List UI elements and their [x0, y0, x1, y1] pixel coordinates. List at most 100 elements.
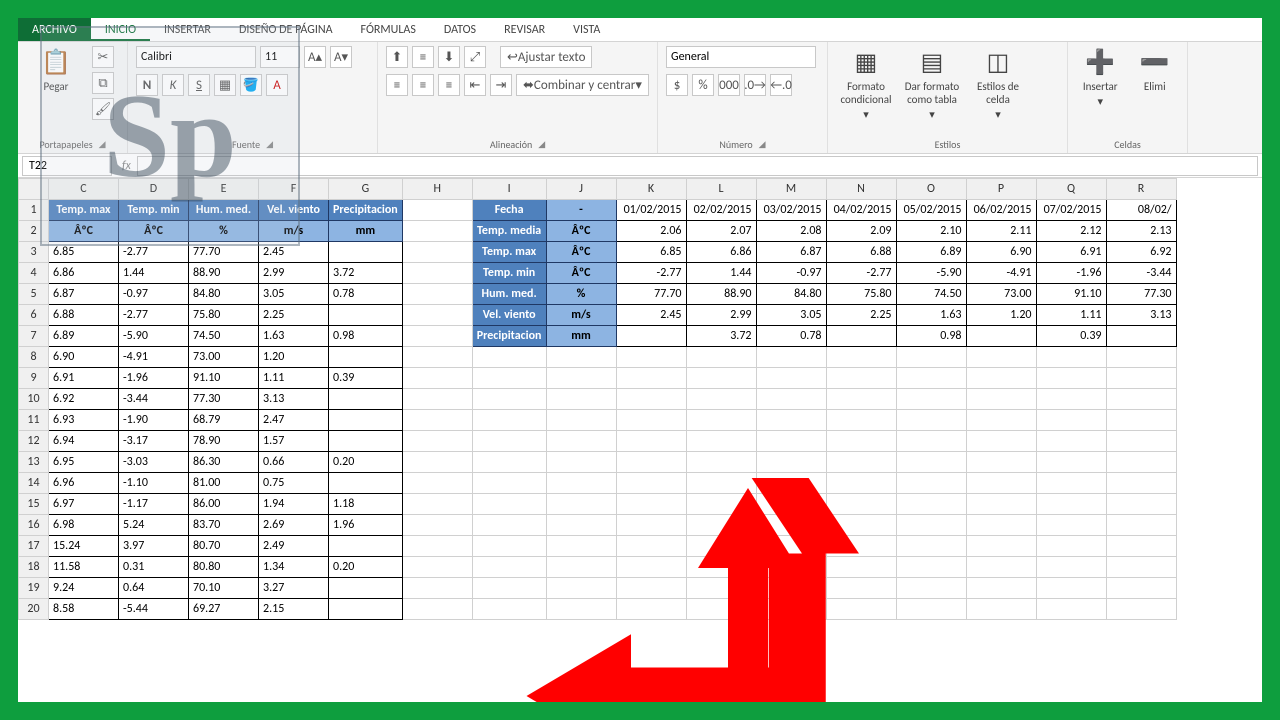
cell[interactable] — [1036, 494, 1106, 515]
cell[interactable] — [546, 389, 616, 410]
cell[interactable]: 6.97 — [49, 494, 119, 515]
decrease-font-button[interactable]: A▾ — [330, 46, 352, 68]
cell[interactable]: 02/02/2015 — [686, 200, 756, 221]
cell[interactable] — [686, 368, 756, 389]
cell[interactable]: 1.94 — [259, 494, 329, 515]
cell[interactable]: 1.11 — [259, 368, 329, 389]
cell[interactable]: 01/02/2015 — [616, 200, 686, 221]
cell[interactable]: 1.20 — [966, 305, 1036, 326]
format-table-button[interactable]: ▤Dar formato como tabla▾ — [902, 46, 962, 121]
align-top-button[interactable]: ⬆ — [386, 46, 408, 68]
cell[interactable]: 73.00 — [966, 284, 1036, 305]
cell[interactable] — [329, 347, 403, 368]
cell[interactable] — [472, 410, 546, 431]
cell[interactable]: 9.24 — [49, 578, 119, 599]
cell[interactable] — [1036, 347, 1106, 368]
cell[interactable]: -0.97 — [119, 284, 189, 305]
col-header[interactable]: J — [546, 179, 616, 200]
col-header[interactable]: P — [966, 179, 1036, 200]
cell[interactable]: % — [546, 284, 616, 305]
col-header[interactable]: R — [1106, 179, 1176, 200]
cell[interactable] — [966, 473, 1036, 494]
cell[interactable]: 0.39 — [329, 368, 403, 389]
cell[interactable]: 0.39 — [1036, 326, 1106, 347]
cell[interactable] — [402, 494, 472, 515]
cell[interactable]: 6.98 — [49, 515, 119, 536]
cell[interactable] — [826, 431, 896, 452]
row-header[interactable]: 19 — [19, 578, 49, 599]
cell[interactable]: 74.50 — [896, 284, 966, 305]
cell[interactable]: 0.64 — [119, 578, 189, 599]
cell[interactable]: 6.96 — [49, 473, 119, 494]
cell[interactable]: 2.06 — [616, 221, 686, 242]
cell[interactable] — [966, 578, 1036, 599]
cell[interactable]: 0.20 — [329, 452, 403, 473]
col-header[interactable]: O — [896, 179, 966, 200]
cell[interactable] — [472, 368, 546, 389]
col-header[interactable]: G — [329, 179, 403, 200]
row-header[interactable]: 13 — [19, 452, 49, 473]
cell[interactable] — [826, 452, 896, 473]
cell[interactable] — [329, 242, 403, 263]
cell[interactable]: 05/02/2015 — [896, 200, 966, 221]
cell[interactable]: -0.97 — [756, 263, 826, 284]
cell[interactable] — [1106, 452, 1176, 473]
cell[interactable]: 2.09 — [826, 221, 896, 242]
cell[interactable]: 2.47 — [259, 410, 329, 431]
cell[interactable] — [1106, 494, 1176, 515]
cell[interactable]: 2.45 — [616, 305, 686, 326]
col-header[interactable]: N — [826, 179, 896, 200]
cell[interactable] — [686, 389, 756, 410]
cell[interactable]: 86.30 — [189, 452, 259, 473]
cell[interactable]: 80.70 — [189, 536, 259, 557]
cell[interactable]: 88.90 — [686, 284, 756, 305]
wrap-text-button[interactable]: ↩ Ajustar texto — [500, 46, 592, 68]
cell[interactable] — [1036, 578, 1106, 599]
cell[interactable]: 2.12 — [1036, 221, 1106, 242]
cell[interactable] — [826, 368, 896, 389]
row-header[interactable]: 12 — [19, 431, 49, 452]
cell[interactable]: 3.72 — [329, 263, 403, 284]
cell[interactable] — [546, 410, 616, 431]
row-header[interactable]: 11 — [19, 410, 49, 431]
cell[interactable] — [1036, 515, 1106, 536]
cell[interactable] — [402, 536, 472, 557]
cell[interactable] — [966, 452, 1036, 473]
cell[interactable]: 73.00 — [189, 347, 259, 368]
cell[interactable] — [1036, 452, 1106, 473]
cell[interactable]: -3.44 — [1106, 263, 1176, 284]
cell[interactable] — [546, 452, 616, 473]
cell[interactable] — [896, 347, 966, 368]
increase-decimal-button[interactable]: .0→ — [744, 74, 766, 96]
cell[interactable] — [756, 452, 826, 473]
cell[interactable]: 6.91 — [49, 368, 119, 389]
cell[interactable]: 1.57 — [259, 431, 329, 452]
cell[interactable] — [1036, 410, 1106, 431]
formula-input[interactable] — [137, 156, 1258, 176]
cell[interactable]: 2.11 — [966, 221, 1036, 242]
cell[interactable] — [402, 305, 472, 326]
row-header[interactable]: 17 — [19, 536, 49, 557]
cell[interactable] — [756, 368, 826, 389]
cell[interactable]: 68.79 — [189, 410, 259, 431]
cell[interactable] — [896, 431, 966, 452]
cell[interactable]: 84.80 — [189, 284, 259, 305]
cell[interactable]: 80.80 — [189, 557, 259, 578]
cell[interactable]: 1.44 — [686, 263, 756, 284]
col-header[interactable]: H — [402, 179, 472, 200]
tab-datos[interactable]: DATOS — [430, 18, 490, 41]
cell[interactable]: -2.77 — [826, 263, 896, 284]
cell[interactable]: 6.90 — [966, 242, 1036, 263]
cell[interactable]: 2.15 — [259, 599, 329, 620]
cell[interactable] — [329, 536, 403, 557]
cell[interactable] — [1106, 389, 1176, 410]
cell[interactable] — [966, 515, 1036, 536]
cell[interactable]: 3.05 — [756, 305, 826, 326]
cell[interactable] — [826, 410, 896, 431]
cell[interactable] — [1036, 599, 1106, 620]
cell[interactable] — [616, 368, 686, 389]
cell[interactable]: 6.88 — [49, 305, 119, 326]
cell[interactable] — [546, 347, 616, 368]
cell[interactable] — [402, 515, 472, 536]
cell[interactable]: 3.13 — [259, 389, 329, 410]
